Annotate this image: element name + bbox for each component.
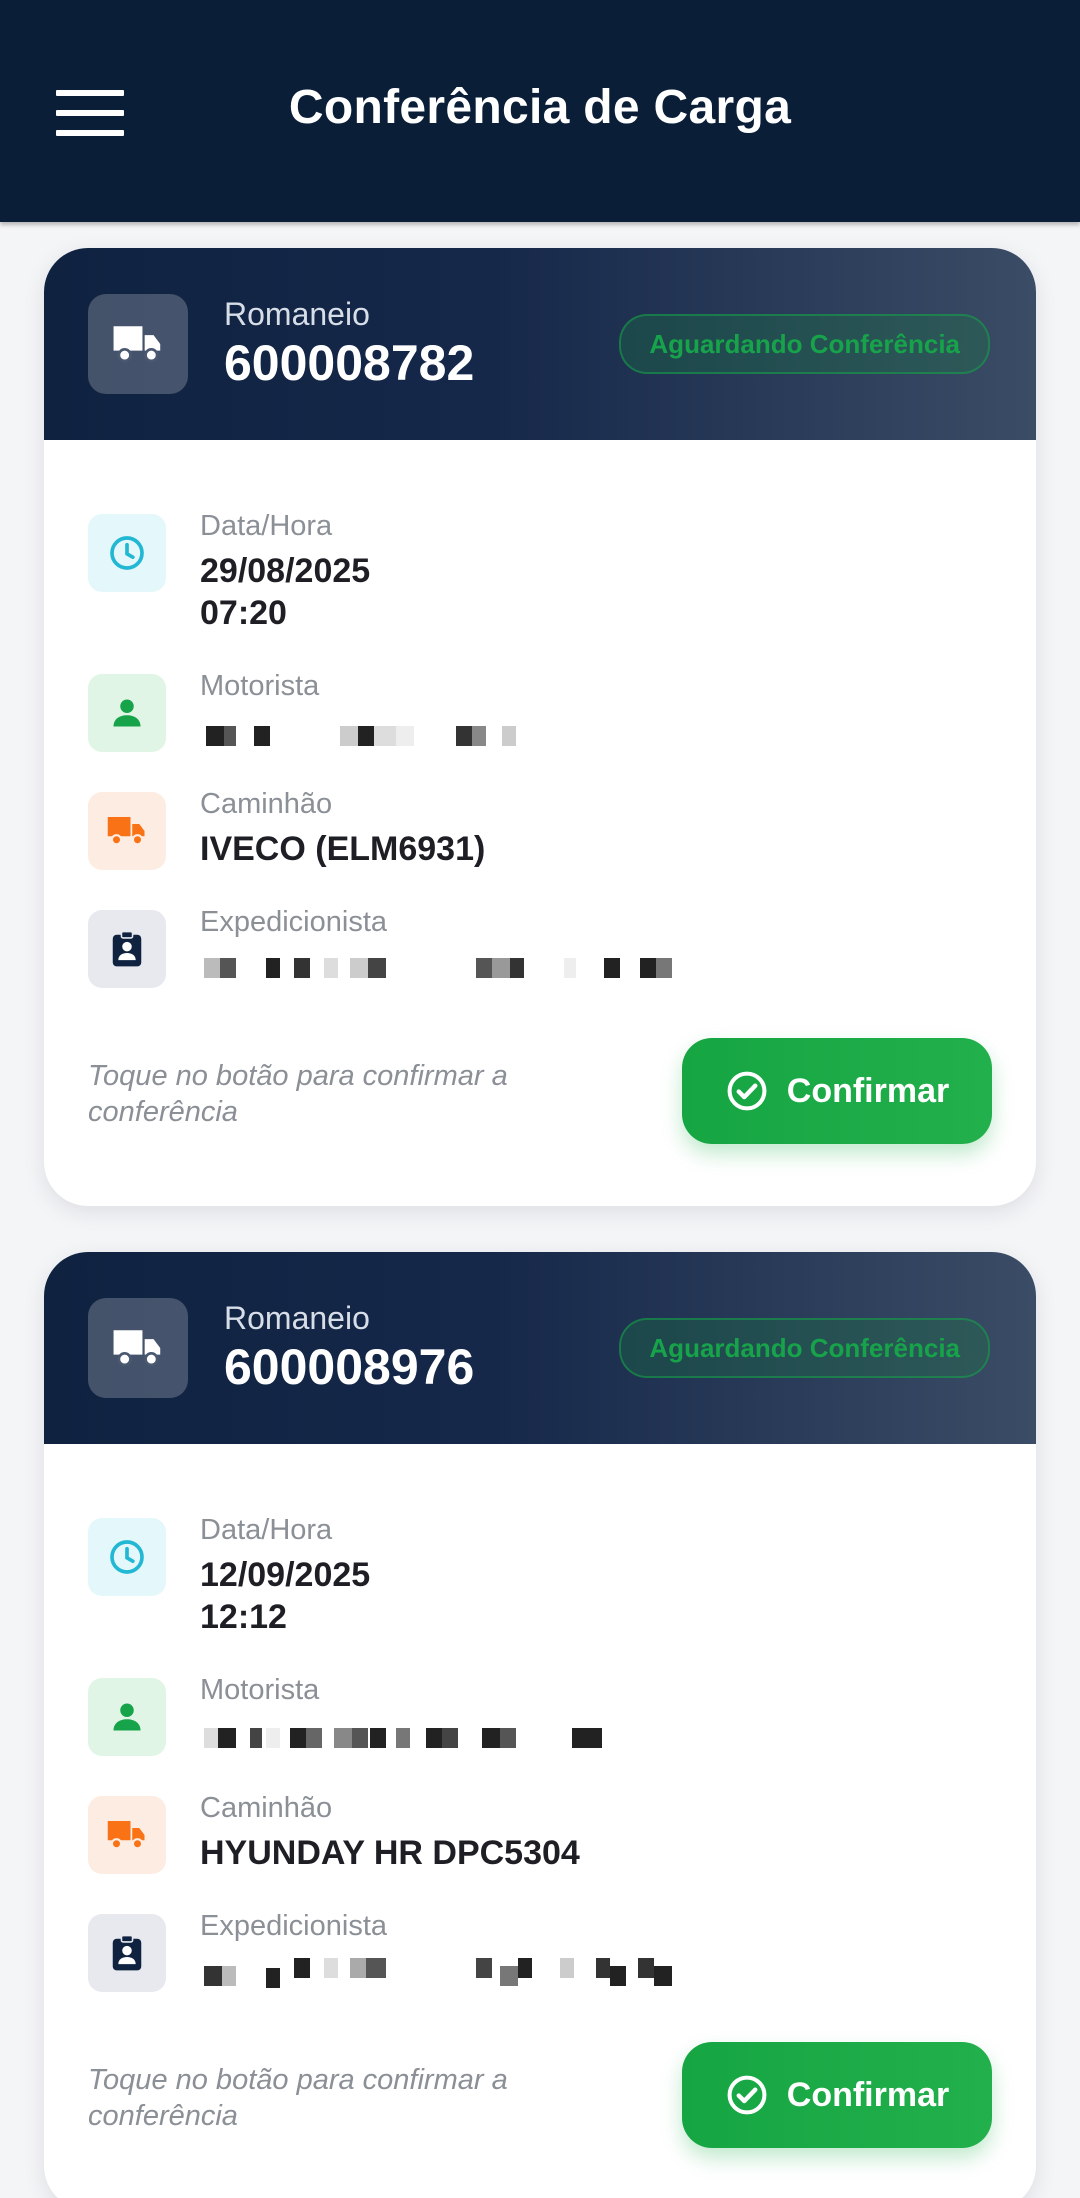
truck-value: HYUNDAY HR DPC5304	[200, 1834, 580, 1872]
clock-icon	[88, 1518, 166, 1596]
expeditor-label: Expedicionista	[200, 906, 387, 938]
romaneio-label: Romaneio	[224, 1300, 370, 1336]
card-header: Romaneio 600008782 Aguardando Conferênci…	[44, 248, 1036, 440]
confirm-hint: Toque no botão para confirmar a conferên…	[88, 1060, 508, 1128]
truck-orange-icon	[88, 1796, 166, 1874]
driver-label: Motorista	[200, 1674, 320, 1706]
expeditor-label: Expedicionista	[200, 1910, 387, 1942]
check-circle-icon	[727, 2075, 767, 2115]
expeditor-name-redacted	[200, 958, 760, 980]
romaneio-card: Romaneio 600008976 Aguardando Conferênci…	[44, 1252, 1036, 2198]
expeditor-name-redacted	[200, 1958, 760, 1988]
confirm-button-label: Confirmar	[786, 2075, 950, 2114]
date-value: 12/09/2025	[200, 1556, 371, 1594]
truck-icon	[88, 1298, 188, 1398]
badge-icon	[88, 910, 166, 988]
status-badge: Aguardando Conferência	[619, 314, 990, 374]
datetime-value: 29/08/2025 07:20	[200, 550, 980, 634]
truck-icon	[88, 294, 188, 394]
driver-name-redacted	[200, 1728, 760, 1748]
truck-label: Caminhão	[200, 1792, 333, 1824]
time-value: 12:12	[200, 1598, 287, 1636]
time-value: 07:20	[200, 594, 287, 632]
datetime-label: Data/Hora	[200, 1514, 333, 1546]
driver-label: Motorista	[200, 670, 320, 702]
romaneio-number: 600008782	[224, 335, 475, 391]
check-circle-icon	[727, 1071, 767, 1111]
truck-value: IVECO (ELM6931)	[200, 830, 486, 868]
romaneio-list[interactable]: Romaneio 600008782 Aguardando Conferênci…	[0, 222, 1080, 2198]
datetime-value: 12/09/2025 12:12	[200, 1554, 980, 1638]
clock-icon	[88, 514, 166, 592]
badge-icon	[88, 1914, 166, 1992]
romaneio-label: Romaneio	[224, 296, 370, 332]
date-value: 29/08/2025	[200, 552, 371, 590]
truck-orange-icon	[88, 792, 166, 870]
confirm-button-label: Confirmar	[786, 1071, 950, 1110]
app-bar: Conferência de Carga	[0, 0, 1080, 222]
romaneio-number: 600008976	[224, 1339, 475, 1395]
driver-name-redacted	[200, 726, 760, 746]
romaneio-card: Romaneio 600008782 Aguardando Conferênci…	[44, 248, 1036, 1206]
confirm-hint: Toque no botão para confirmar a conferên…	[88, 2064, 508, 2132]
status-badge: Aguardando Conferência	[619, 1318, 990, 1378]
confirm-button[interactable]: Confirmar	[682, 1038, 992, 1144]
page-title: Conferência de Carga	[288, 81, 792, 134]
datetime-label: Data/Hora	[200, 510, 333, 542]
person-icon	[88, 674, 166, 752]
person-icon	[88, 1678, 166, 1756]
confirm-button[interactable]: Confirmar	[682, 2042, 992, 2148]
card-header: Romaneio 600008976 Aguardando Conferênci…	[44, 1252, 1036, 1444]
truck-label: Caminhão	[200, 788, 333, 820]
